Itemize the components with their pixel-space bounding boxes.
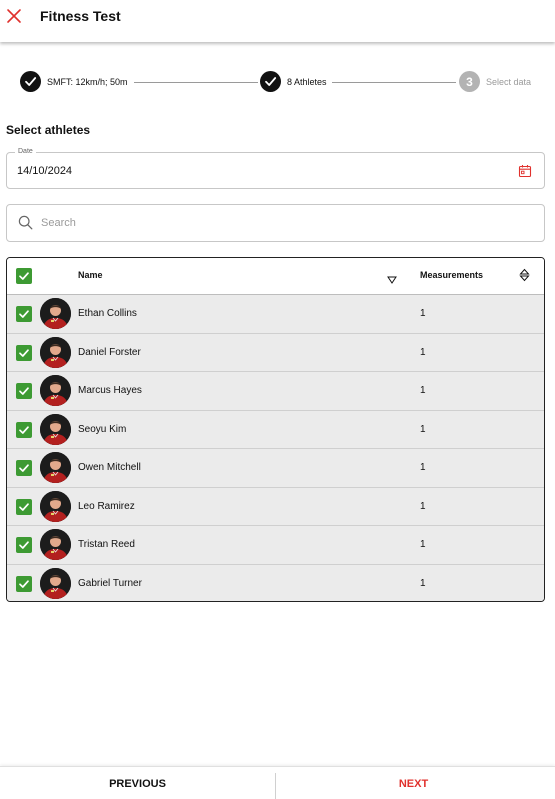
calendar-icon[interactable] (518, 164, 532, 178)
check-icon (260, 71, 281, 92)
sort-both-icon[interactable] (519, 268, 530, 282)
athlete-name: Tristan Reed (78, 539, 135, 550)
table-row[interactable]: Tristan Reed 1 (7, 526, 544, 565)
step-3[interactable]: 3 Select data (459, 71, 531, 92)
step-3-label: Select data (486, 76, 532, 87)
step-2-label: 8 Athletes (287, 76, 327, 87)
date-field[interactable]: Date 14/10/2024 (6, 148, 545, 189)
athlete-name: Owen Mitchell (78, 462, 141, 473)
avatar (40, 490, 71, 522)
table-row[interactable]: Seoyu Kim 1 (7, 410, 544, 449)
section-title: Select athletes (6, 123, 91, 137)
app-header: Fitness Test (0, 0, 555, 42)
progress-stepper: SMFT: 12km/h; 50m 8 Athletes 3 Select da… (0, 71, 555, 95)
athlete-name: Gabriel Turner (78, 577, 142, 589)
avatar (40, 452, 71, 483)
athletes-table: Name Measurements Ethan Collins 1 Daniel… (6, 257, 545, 602)
avatar (40, 375, 71, 406)
row-checkbox[interactable] (16, 306, 32, 322)
step-2[interactable]: 8 Athletes (260, 71, 327, 92)
step-1-label: SMFT: 12km/h; 50m (47, 76, 128, 87)
footer-bar: PREVIOUS NEXT (0, 766, 555, 799)
row-checkbox[interactable] (16, 383, 32, 399)
column-header-measurements[interactable]: Measurements (420, 270, 483, 280)
athlete-name: Ethan Collins (78, 308, 137, 319)
row-checkbox[interactable] (16, 498, 32, 515)
date-label: Date (15, 148, 36, 155)
table-row[interactable]: Ethan Collins 1 (7, 295, 544, 334)
measurement-count: 1 (420, 577, 426, 589)
table-header: Name Measurements (7, 258, 544, 295)
measurement-count: 1 (420, 385, 426, 396)
select-all-checkbox[interactable] (16, 268, 32, 284)
measurement-count: 1 (420, 423, 426, 435)
measurement-count: 1 (420, 346, 426, 358)
previous-button[interactable]: PREVIOUS (0, 767, 275, 799)
table-row[interactable]: Gabriel Turner 1 (7, 564, 544, 601)
table-row[interactable]: Leo Ramirez 1 (7, 487, 544, 526)
row-checkbox[interactable] (16, 421, 32, 438)
measurement-count: 1 (420, 539, 426, 550)
avatar (40, 298, 71, 329)
column-header-name[interactable]: Name (78, 270, 103, 280)
table-row[interactable]: Daniel Forster 1 (7, 333, 544, 372)
check-icon (20, 71, 41, 92)
athlete-name: Daniel Forster (78, 346, 141, 358)
avatar (40, 567, 71, 599)
athlete-name: Leo Ramirez (78, 500, 135, 512)
row-checkbox[interactable] (16, 460, 32, 476)
measurement-count: 1 (420, 500, 426, 512)
step-connector (332, 82, 456, 83)
avatar (40, 336, 71, 368)
table-body: Ethan Collins 1 Daniel Forster 1 Marcus … (7, 295, 544, 601)
measurement-count: 1 (420, 308, 426, 319)
avatar (40, 413, 71, 445)
measurement-count: 1 (420, 462, 426, 473)
search-field[interactable] (6, 204, 545, 242)
fitness-test-page: Fitness Test SMFT: 12km/h; 50m 8 Athlete… (0, 0, 555, 799)
search-icon (18, 215, 33, 230)
next-button[interactable]: NEXT (276, 767, 551, 799)
table-row[interactable]: Owen Mitchell 1 (7, 449, 544, 488)
search-input[interactable] (41, 213, 521, 233)
sort-down-icon[interactable] (387, 272, 397, 284)
row-checkbox[interactable] (16, 344, 32, 361)
step-1[interactable]: SMFT: 12km/h; 50m (20, 71, 128, 92)
athlete-name: Marcus Hayes (78, 385, 142, 396)
athlete-name: Seoyu Kim (78, 423, 127, 435)
close-icon[interactable] (6, 8, 22, 24)
step-connector (134, 82, 258, 83)
row-checkbox[interactable] (16, 575, 32, 592)
page-title: Fitness Test (40, 8, 121, 24)
row-checkbox[interactable] (16, 537, 32, 553)
date-value: 14/10/2024 (17, 165, 73, 177)
table-row[interactable]: Marcus Hayes 1 (7, 372, 544, 411)
avatar (40, 529, 71, 560)
step-3-number: 3 (459, 71, 480, 92)
